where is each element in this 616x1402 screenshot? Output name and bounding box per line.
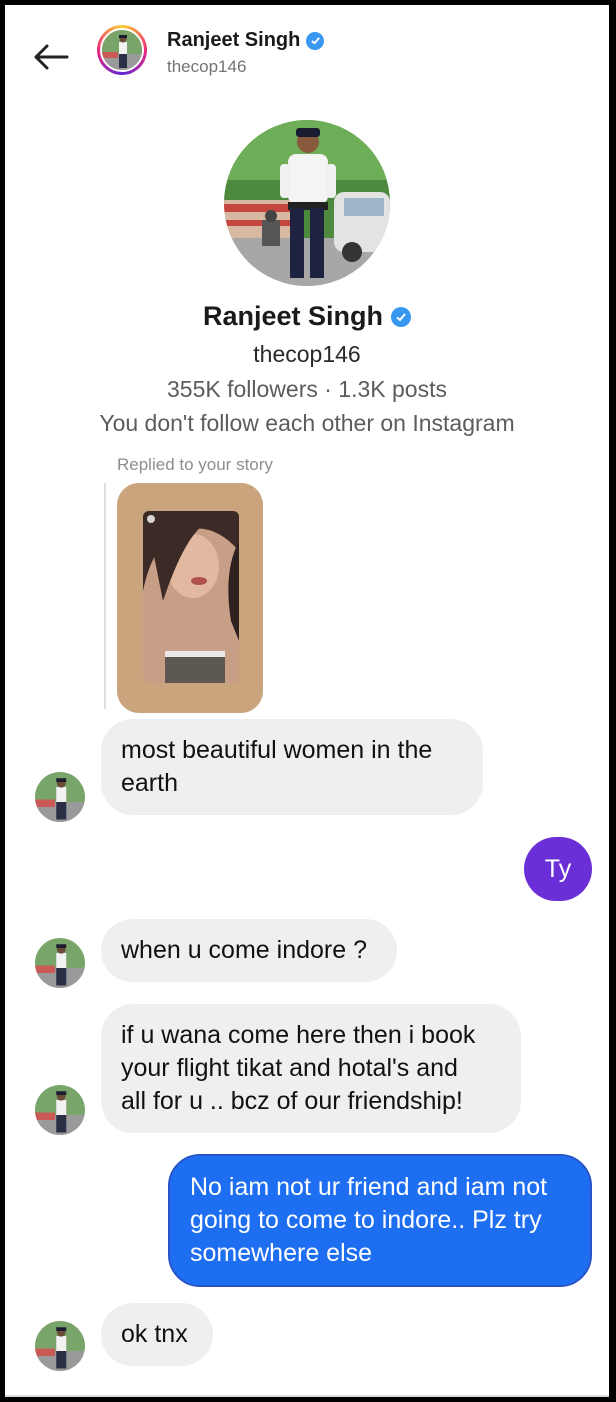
message-bubble-incoming[interactable]: when u come indore ?	[101, 919, 397, 982]
sender-avatar[interactable]	[35, 1085, 85, 1135]
verified-badge-icon	[391, 307, 412, 327]
header-handle: thecop146	[167, 57, 247, 76]
header-name-text: Ranjeet Singh	[167, 29, 301, 51]
cop-photo-icon	[35, 1321, 85, 1371]
verified-badge-icon	[306, 31, 325, 50]
message-bubble-outgoing[interactable]: Ty	[524, 837, 592, 901]
profile-stats: 355K followers · 1.3K posts	[167, 376, 447, 402]
message-line: Ty	[544, 855, 572, 883]
reply-indicator-line	[104, 483, 106, 709]
story-reply-label: Replied to your story	[117, 455, 273, 474]
cop-photo-icon	[102, 30, 142, 70]
story-photo	[143, 511, 239, 683]
cop-photo-icon	[35, 938, 85, 988]
profile-name: Ranjeet Singh	[5, 301, 609, 332]
profile-handle: thecop146	[253, 341, 361, 367]
message-line: No iam not ur friend and iam not	[190, 1173, 548, 1201]
sender-avatar[interactable]	[35, 938, 85, 988]
message-line: all for u .. bcz of our friendship!	[121, 1087, 463, 1115]
divider	[5, 1395, 609, 1397]
cop-photo-icon	[35, 1085, 85, 1135]
message-line: earth	[121, 769, 178, 797]
header-avatar[interactable]	[97, 25, 147, 75]
message-line: going to come to indore.. Plz try	[190, 1206, 542, 1234]
message-line: ok tnx	[121, 1320, 188, 1348]
cop-photo-icon	[35, 772, 85, 822]
cop-photo-icon	[224, 120, 390, 286]
profile-photo[interactable]	[224, 120, 390, 286]
message-bubble-incoming[interactable]: most beautiful women in the earth	[101, 719, 483, 815]
message-bubble-incoming[interactable]: if u wana come here then i book your fli…	[101, 1004, 521, 1133]
arrow-left-icon[interactable]	[33, 43, 69, 71]
message-line: when u come indore ?	[121, 936, 367, 964]
profile-name-text: Ranjeet Singh	[202, 301, 384, 331]
message-line: if u wana come here then i book	[121, 1021, 476, 1049]
message-line: your flight tikat and hotal's and	[121, 1054, 458, 1082]
message-bubble-incoming[interactable]: ok tnx	[101, 1303, 213, 1366]
story-thumbnail[interactable]	[117, 483, 263, 713]
message-line: most beautiful women in the	[121, 736, 433, 764]
message-line: somewhere else	[190, 1239, 373, 1267]
dm-thread-screen: Ranjeet Singh thecop146 Ranjeet Singh th…	[5, 5, 609, 1397]
sender-avatar[interactable]	[35, 1321, 85, 1371]
header-name[interactable]: Ranjeet Singh	[167, 29, 325, 52]
message-bubble-outgoing[interactable]: No iam not ur friend and iam not going t…	[168, 1154, 592, 1287]
profile-follow-status: You don't follow each other on Instagram	[99, 410, 515, 436]
sender-avatar[interactable]	[35, 772, 85, 822]
